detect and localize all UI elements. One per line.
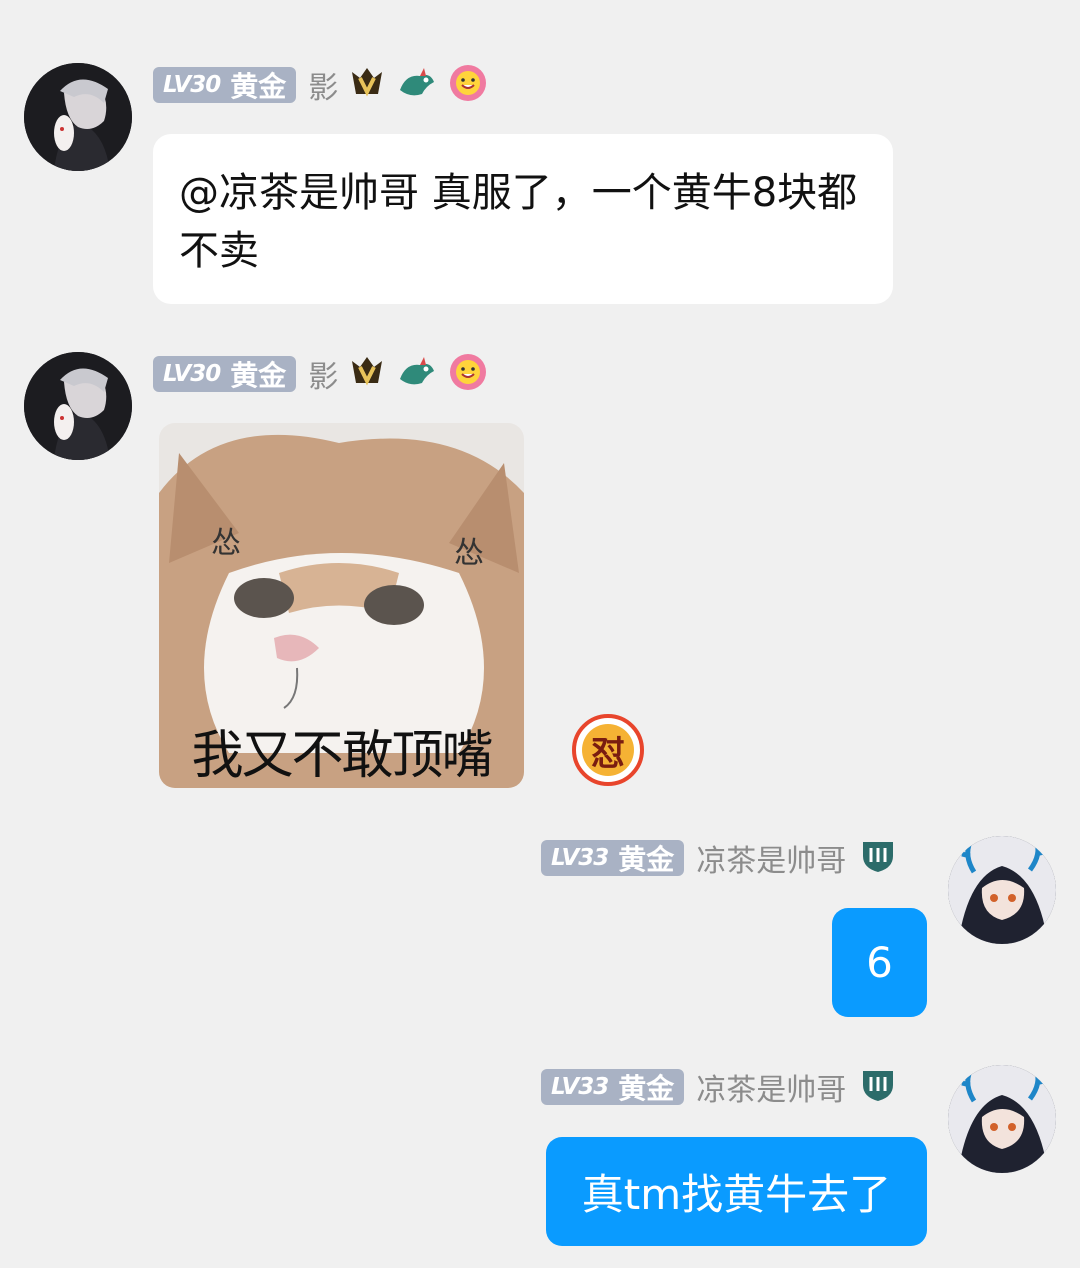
sender-nickname[interactable]: 影 <box>308 352 338 396</box>
crown-v-icon <box>348 353 386 395</box>
sender-meta: LV30 黄金 影 <box>153 353 488 395</box>
sender-nickname[interactable]: 凉茶是帅哥 <box>696 1065 846 1109</box>
sticker-image[interactable]: 怂 怂 我又不敢顶嘴 <box>159 423 524 788</box>
rank-label: 黄金 <box>618 843 675 876</box>
level-label: LV30 <box>163 361 221 387</box>
sender-meta: LV33 黄金 凉茶是帅哥 <box>541 838 896 879</box>
level-badge: LV33 黄金 <box>541 1069 685 1105</box>
sticker-mark: 怂 <box>454 536 484 571</box>
level-label: LV30 <box>163 72 221 98</box>
avatar[interactable] <box>948 836 1056 944</box>
message-text: @凉茶是帅哥 真服了，一个黄牛8块都不卖 <box>179 170 858 274</box>
reaction-label: 怼 <box>591 733 625 774</box>
avatar[interactable] <box>948 1065 1056 1173</box>
avatar[interactable] <box>24 352 132 460</box>
level-badge: LV30 黄金 <box>153 67 297 103</box>
message-bubble[interactable]: 真tm找黄牛去了 <box>546 1137 927 1246</box>
sender-nickname[interactable]: 影 <box>308 63 338 107</box>
sticker-mark: 怂 <box>211 526 241 561</box>
dragon-icon <box>396 64 438 106</box>
level-label: LV33 <box>551 1074 609 1100</box>
smiley-flower-icon <box>448 63 488 107</box>
message-text: 6 <box>866 938 893 987</box>
sender-meta: LV33 黄金 凉茶是帅哥 <box>541 1067 896 1108</box>
avatar[interactable] <box>24 63 132 171</box>
sender-meta: LV30 黄金 影 <box>153 64 488 106</box>
rank-label: 黄金 <box>230 70 287 103</box>
smiley-flower-icon <box>448 352 488 396</box>
shield-iii-icon <box>860 838 896 878</box>
level-badge: LV33 黄金 <box>541 840 685 876</box>
message-text: 真tm找黄牛去了 <box>581 1170 892 1219</box>
sticker-caption: 我又不敢顶嘴 <box>191 726 493 786</box>
crown-v-icon <box>348 64 386 106</box>
level-badge: LV30 黄金 <box>153 356 297 392</box>
level-label: LV33 <box>551 845 609 871</box>
rank-label: 黄金 <box>618 1072 675 1105</box>
reaction-dui-icon[interactable]: 怼 <box>572 714 644 786</box>
message-bubble[interactable]: 6 <box>832 908 927 1017</box>
shield-iii-icon <box>860 1067 896 1107</box>
sender-nickname[interactable]: 凉茶是帅哥 <box>696 836 846 880</box>
message-bubble[interactable]: @凉茶是帅哥 真服了，一个黄牛8块都不卖 <box>153 134 893 304</box>
dragon-icon <box>396 353 438 395</box>
rank-label: 黄金 <box>230 359 287 392</box>
